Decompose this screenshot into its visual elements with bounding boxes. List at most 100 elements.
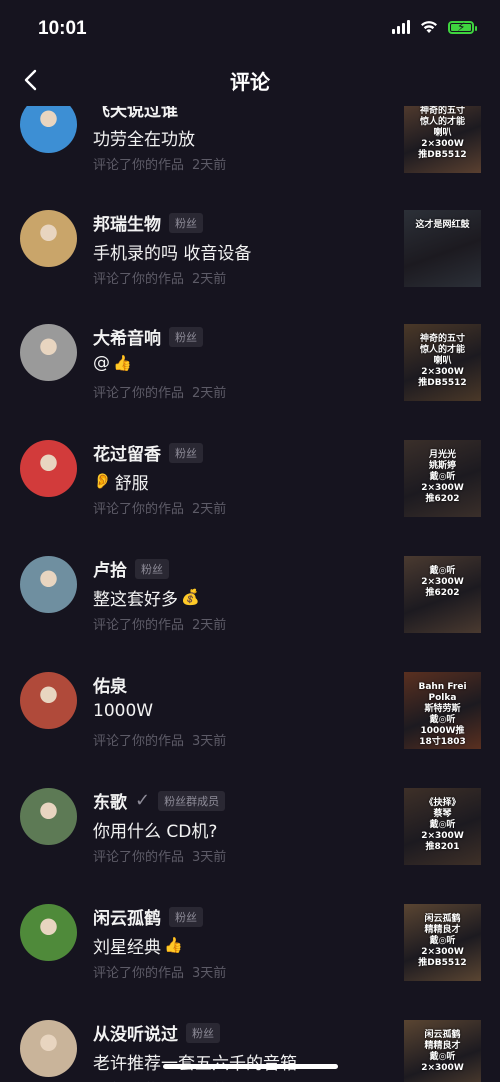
username[interactable]: 花过留香 粉丝 bbox=[93, 440, 203, 465]
username[interactable]: 飞天说过谁 bbox=[93, 106, 178, 121]
comment-action: 评论了你的作品 bbox=[93, 272, 185, 287]
comment-text: 1000W bbox=[93, 701, 153, 721]
username[interactable]: 闲云孤鹤 粉丝 bbox=[93, 904, 203, 929]
emoji-icon: 👍 bbox=[164, 936, 183, 954]
fan-badge: 粉丝 bbox=[135, 558, 169, 579]
comment-body: 整这套好多 bbox=[93, 590, 178, 610]
video-thumbnail[interactable]: 闲云孤鹤 精精良才 戴◎听 2×300W 推DB5512 bbox=[404, 904, 481, 981]
comment-text: 老许推荐一套五六千的音箱 bbox=[93, 1049, 297, 1074]
fan-badge: 粉丝群成员 bbox=[158, 790, 226, 811]
avatar[interactable] bbox=[20, 672, 77, 729]
thumbnail-caption: 这才是网红鼓 bbox=[415, 220, 470, 230]
comment-text: 手机录的吗 收音设备 bbox=[93, 239, 251, 264]
username-text: 邦瑞生物 bbox=[93, 215, 161, 235]
username-text: 闲云孤鹤 bbox=[93, 909, 161, 929]
username-text: 佑泉 bbox=[93, 677, 127, 697]
comment-body: 舒服 bbox=[114, 474, 149, 494]
comment-action: 评论了你的作品 bbox=[93, 502, 185, 517]
comment-body: 功劳全在功放 bbox=[93, 130, 195, 150]
comment-item[interactable]: 闲云孤鹤 粉丝 刘星经典 👍 评论了你的作品 3天前 闲云孤鹤 精精良才 戴◎听 2×300… bbox=[0, 904, 500, 1020]
nav-bar: 评论 bbox=[0, 58, 500, 104]
avatar[interactable] bbox=[20, 904, 77, 961]
avatar[interactable] bbox=[20, 440, 77, 497]
comment-text: 整这套好多 💰 bbox=[93, 585, 200, 611]
comment-body: 你用什么 CD机? bbox=[93, 822, 218, 842]
comment-time: 2天前 bbox=[192, 502, 227, 517]
comment-text: 刘星经典 👍 bbox=[93, 933, 183, 959]
comment-time: 3天前 bbox=[192, 850, 227, 865]
comment-item[interactable]: 卢拾 粉丝整这套好多 💰 评论了你的作品 2天前 戴◎听 2×300W 推6202 bbox=[0, 556, 500, 672]
comment-item[interactable]: 从没听说过粉丝老许推荐一套五六千的音箱评论了你的作品3天前 闲云孤鹤 精精良才 戴… bbox=[0, 1020, 500, 1082]
avatar[interactable] bbox=[20, 788, 77, 845]
comment-text: @ 👍 bbox=[93, 353, 132, 373]
fan-badge: 粉丝 bbox=[169, 212, 203, 233]
video-thumbnail[interactable]: 这才是网红鼓 bbox=[404, 210, 481, 287]
comment-text: 功劳全在功放 bbox=[93, 125, 195, 150]
comment-action: 评论了你的作品 bbox=[93, 966, 185, 981]
fan-badge: 粉丝 bbox=[169, 442, 203, 463]
comment-item[interactable]: 东歌 ✓ 粉丝群成员 你用什么 CD机? 评论了你的作品 3天前 《抉择》 蔡琴 戴◎听 2… bbox=[0, 788, 500, 904]
comment-item[interactable]: 大希音响 粉丝 @ 👍 评论了你的作品 2天前 神奇的五寸 惊人的才能 喇叭 2×300W … bbox=[0, 324, 500, 440]
comment-time: 2天前 bbox=[192, 386, 227, 401]
thumbnail-caption: 《抉择》 蔡琴 戴◎听 2×300W 推8201 bbox=[421, 798, 464, 852]
avatar[interactable] bbox=[20, 556, 77, 613]
comment-meta: 评论了你的作品 3天前 bbox=[93, 962, 226, 981]
video-thumbnail[interactable]: 神奇的五寸 惊人的才能 喇叭 2×300W 推DB5512 bbox=[404, 324, 481, 401]
video-thumbnail[interactable]: 月光光 姚斯婷 戴◎听 2×300W 推6202 bbox=[404, 440, 481, 517]
thumbnail-caption: 神奇的五寸 惊人的才能 喇叭 2×300W 推DB5512 bbox=[418, 106, 467, 160]
comment-item[interactable]: 邦瑞生物 粉丝手机录的吗 收音设备评论了你的作品 2天前 这才是网红鼓 bbox=[0, 210, 500, 326]
comment-action: 评论了你的作品 bbox=[93, 158, 185, 173]
comment-body: 手机录的吗 收音设备 bbox=[93, 244, 252, 264]
username-text: 从没听说过 bbox=[93, 1025, 178, 1045]
username[interactable]: 邦瑞生物 粉丝 bbox=[93, 210, 203, 235]
comment-meta: 评论了你的作品 2天前 bbox=[93, 614, 226, 633]
avatar[interactable] bbox=[20, 324, 77, 381]
username[interactable]: 卢拾 粉丝 bbox=[93, 556, 169, 581]
comment-action: 评论了你的作品 bbox=[93, 734, 185, 749]
comment-time: 2天前 bbox=[192, 158, 227, 173]
page-title: 评论 bbox=[230, 70, 270, 94]
thumbnail-caption: 闲云孤鹤 精精良才 戴◎听 2×300W 推DB5512 bbox=[418, 914, 467, 968]
video-thumbnail[interactable]: Bahn Frei Polka 斯特劳斯 戴◎听 1000W推 18寸1803 bbox=[404, 672, 481, 749]
video-thumbnail[interactable]: 闲云孤鹤 精精良才 戴◎听 2×300W bbox=[404, 1020, 481, 1082]
fan-badge: 粉丝 bbox=[169, 906, 203, 927]
comment-body: 刘星经典 bbox=[93, 938, 161, 958]
comment-time: 3天前 bbox=[192, 734, 227, 749]
emoji-icon: 👍 bbox=[113, 353, 132, 372]
username-text: 东歌 bbox=[93, 793, 127, 813]
video-thumbnail[interactable]: 神奇的五寸 惊人的才能 喇叭 2×300W 推DB5512 bbox=[404, 106, 481, 173]
video-thumbnail[interactable]: 《抉择》 蔡琴 戴◎听 2×300W 推8201 bbox=[404, 788, 481, 865]
comment-meta: 评论了你的作品 2天前 bbox=[93, 382, 226, 401]
wifi-icon bbox=[421, 21, 437, 33]
comment-item[interactable]: 飞天说过谁功劳全在功放评论了你的作品 2天前 神奇的五寸 惊人的才能 喇叭 2×30… bbox=[0, 106, 500, 212]
username-text: 飞天说过谁 bbox=[93, 106, 178, 121]
comment-time: 2天前 bbox=[192, 272, 227, 287]
comment-item[interactable]: 佑泉 1000W 评论了你的作品 3天前 Bahn Frei Polka 斯特劳斯 戴◎… bbox=[0, 672, 500, 788]
avatar[interactable] bbox=[20, 1020, 77, 1077]
status-bar: 10:01 ⚡ bbox=[0, 0, 500, 58]
thumbnail-caption: 闲云孤鹤 精精良才 戴◎听 2×300W bbox=[421, 1030, 464, 1073]
username[interactable]: 从没听说过 粉丝 bbox=[93, 1020, 220, 1045]
avatar[interactable] bbox=[20, 210, 77, 267]
comment-item[interactable]: 花过留香 粉丝 👂 舒服评论了你的作品 2天前 月光光 姚斯婷 戴◎听 2×300W 推6… bbox=[0, 440, 500, 556]
comment-meta: 评论了你的作品 3天前 bbox=[93, 730, 226, 749]
username[interactable]: 东歌 ✓ 粉丝群成员 bbox=[93, 788, 226, 813]
comment-time: 3天前 bbox=[192, 966, 227, 981]
comment-action: 评论了你的作品 bbox=[93, 618, 185, 633]
comment-body: 老许推荐一套五六千的音箱 bbox=[93, 1049, 297, 1074]
username-text: 花过留香 bbox=[93, 445, 161, 465]
username-text: 大希音响 bbox=[93, 329, 161, 349]
emoji-icon: 👂 bbox=[93, 472, 112, 490]
video-thumbnail[interactable]: 戴◎听 2×300W 推6202 bbox=[404, 556, 481, 633]
home-indicator bbox=[163, 1064, 338, 1069]
comment-action: 评论了你的作品 bbox=[93, 386, 185, 401]
thumbnail-caption: 神奇的五寸 惊人的才能 喇叭 2×300W 推DB5512 bbox=[418, 334, 467, 388]
username[interactable]: 大希音响 粉丝 bbox=[93, 324, 203, 349]
username[interactable]: 佑泉 bbox=[93, 672, 127, 697]
status-icons: ⚡ bbox=[392, 20, 477, 34]
avatar[interactable] bbox=[20, 106, 77, 153]
username-text: 卢拾 bbox=[93, 561, 127, 581]
comment-text: 👂 舒服 bbox=[93, 469, 149, 495]
comment-list[interactable]: 飞天说过谁 功劳全在功放 评论了你的作品 2天前 神奇的五寸 惊人的才能 喇叭 2×30… bbox=[0, 106, 500, 1082]
signal-icon bbox=[392, 20, 410, 34]
